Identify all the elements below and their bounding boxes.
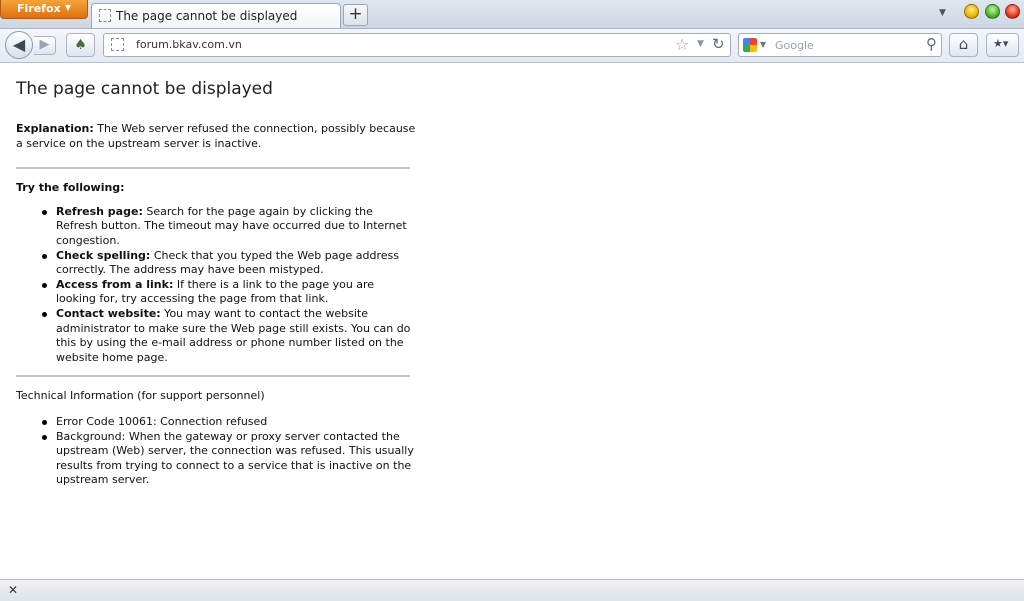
url-bar[interactable]: forum.bkav.com.vn ☆ ▼ ↻ [103, 33, 731, 57]
suggestion-list: Refresh page: Search for the page again … [16, 205, 416, 366]
search-input[interactable]: Google [775, 39, 814, 52]
divider [16, 167, 410, 170]
close-window-button[interactable] [1005, 4, 1020, 19]
forward-arrow-icon: ▶ [39, 37, 50, 52]
new-tab-button[interactable]: + [343, 4, 368, 26]
bookmarks-menu-button[interactable]: ★▾ [986, 33, 1019, 57]
list-item: Check spelling: Check that you typed the… [42, 248, 416, 278]
suggestion-label: Check spelling: [56, 248, 151, 262]
try-heading: Try the following: [16, 181, 125, 195]
suggestion-label: Access from a link: [56, 277, 174, 291]
home-button[interactable]: ⌂ [949, 33, 978, 57]
tab-active[interactable]: The page cannot be displayed [91, 3, 341, 28]
search-bar[interactable]: ▼ Google ⚲ [738, 33, 942, 57]
minimize-button[interactable] [964, 4, 979, 19]
technical-info-heading: Technical Information (for support perso… [16, 389, 265, 403]
page-favicon-icon [99, 9, 111, 22]
chevron-down-icon: ▼ [64, 3, 71, 12]
status-bar: ✕ [0, 579, 1024, 601]
list-item: Background: When the gateway or proxy se… [42, 430, 416, 488]
page-content: The page cannot be displayed Explanation… [16, 78, 416, 488]
technical-info-list: Error Code 10061: Connection refused Bac… [16, 415, 416, 488]
forward-button[interactable]: ▶ [34, 36, 56, 55]
navigation-toolbar: ◀ ▶ ♠ forum.bkav.com.vn ☆ ▼ ↻ ▼ Google ⚲… [0, 29, 1024, 63]
maximize-button[interactable] [985, 4, 1000, 19]
back-arrow-icon: ◀ [12, 35, 26, 54]
list-item: Error Code 10061: Connection refused [42, 415, 416, 430]
close-icon[interactable]: ✕ [8, 583, 18, 597]
back-button[interactable]: ◀ [5, 31, 33, 59]
tab-list-chevron-icon[interactable]: ▼ [939, 8, 946, 18]
firefox-menu-button[interactable]: Firefox ▼ [0, 0, 88, 19]
plus-icon: + [348, 4, 363, 24]
addon-button[interactable]: ♠ [66, 33, 95, 57]
bookmark-star-icon[interactable]: ☆ [675, 35, 689, 54]
title-bar: Firefox ▼ The page cannot be displayed +… [0, 0, 1024, 29]
explanation-label: Explanation: [16, 122, 94, 135]
explanation: Explanation: The Web server refused the … [16, 122, 416, 151]
search-icon[interactable]: ⚲ [926, 35, 937, 53]
history-dropdown-icon[interactable]: ▼ [697, 39, 704, 49]
site-identity-icon[interactable] [111, 38, 124, 51]
engine-dropdown-icon[interactable]: ▼ [760, 40, 766, 49]
addon-icon: ♠ [74, 37, 87, 53]
url-text[interactable]: forum.bkav.com.vn [136, 38, 242, 51]
suggestion-label: Refresh page: [56, 204, 143, 218]
reload-icon[interactable]: ↻ [712, 35, 725, 53]
list-item: Contact website: You may want to contact… [42, 306, 416, 365]
google-engine-icon[interactable] [743, 38, 757, 52]
page-title: The page cannot be displayed [16, 79, 273, 99]
list-item: Refresh page: Search for the page again … [42, 204, 416, 249]
home-icon: ⌂ [958, 35, 969, 53]
suggestion-label: Contact website: [56, 306, 161, 320]
list-item: Access from a link: If there is a link t… [42, 277, 416, 307]
firefox-menu-label: Firefox [17, 2, 61, 15]
tab-title: The page cannot be displayed [116, 9, 298, 23]
bookmarks-icon: ★▾ [993, 37, 1009, 50]
divider [16, 375, 410, 378]
